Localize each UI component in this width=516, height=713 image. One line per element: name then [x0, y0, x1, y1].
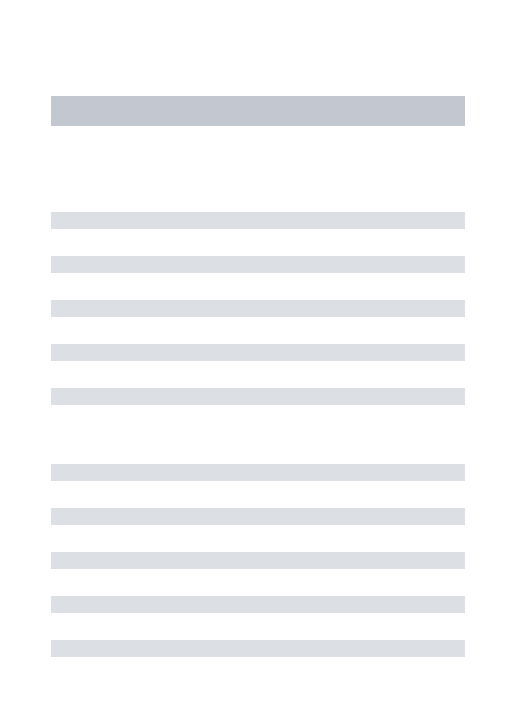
skeleton-title: [51, 96, 465, 126]
skeleton-line: [51, 552, 465, 569]
skeleton-line: [51, 640, 465, 657]
skeleton-line: [51, 212, 465, 229]
skeleton-line: [51, 256, 465, 273]
skeleton-line: [51, 344, 465, 361]
skeleton-line: [51, 464, 465, 481]
skeleton-container: [0, 0, 516, 657]
skeleton-line: [51, 508, 465, 525]
skeleton-line: [51, 300, 465, 317]
skeleton-line: [51, 596, 465, 613]
skeleton-line: [51, 388, 465, 405]
skeleton-gap: [51, 432, 465, 464]
